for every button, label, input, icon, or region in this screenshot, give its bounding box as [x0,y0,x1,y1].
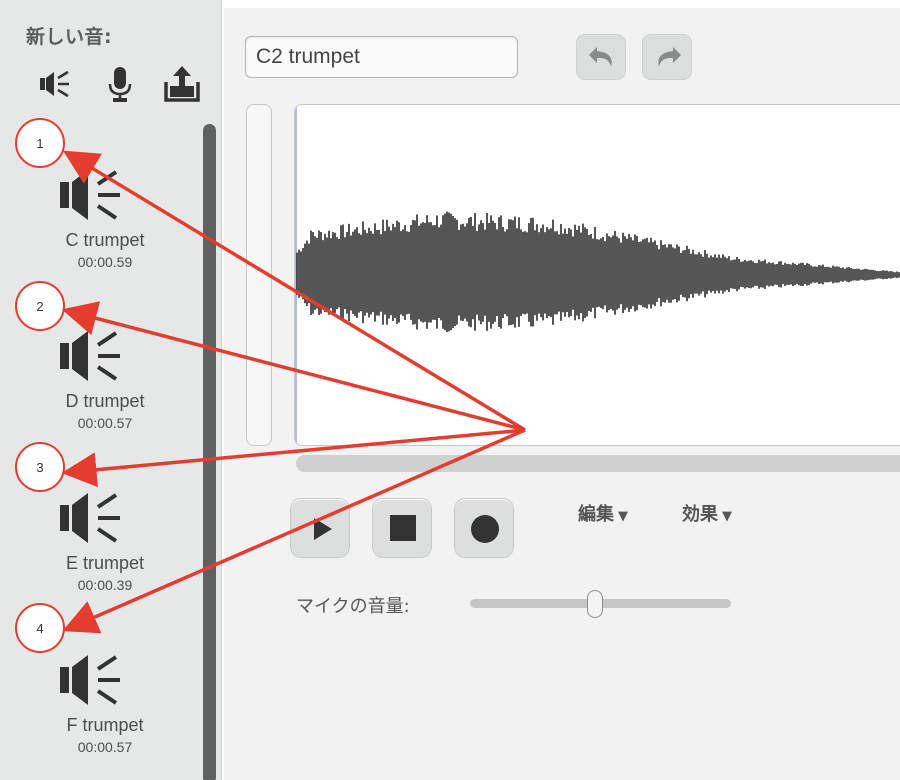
waveform-side-strip [246,104,272,446]
undo-button[interactable] [576,34,626,80]
record-button[interactable] [454,498,514,558]
caret-down-icon: ▼ [722,509,732,524]
sounds-scrollbar-thumb[interactable] [203,124,216,780]
record-icon [471,515,499,543]
sound-name: D trumpet [65,391,145,411]
undo-icon [589,47,612,67]
effects-menu-label: 効果 [682,504,718,525]
speaker-icon [54,645,138,715]
speaker-library-icon[interactable] [38,64,78,104]
sounds-scrollbar[interactable] [201,118,219,780]
top-edge [224,0,900,8]
play-button[interactable] [290,498,350,558]
marker-number: 1 [36,135,44,151]
effects-menu[interactable]: 効果 ▼ [682,500,732,526]
stop-button[interactable] [372,498,432,558]
sound-duration: 00:00.39 [77,577,133,593]
mic-volume-label: マイクの音量: [296,596,410,617]
annotation-marker-3: 3 [15,442,65,492]
stop-icon [390,515,416,541]
new-sound-label: 新しい音: [26,26,113,48]
edit-menu[interactable]: 編集 ▼ [578,500,628,526]
redo-icon [658,47,681,67]
upload-icon[interactable] [162,64,202,104]
sounds-panel: 新しい音: C trumpet 00:00.59 D trumpet 00:00… [0,0,222,780]
sound-editor: 編集 ▼ 効果 ▼ マイクの音量: [224,0,900,780]
mic-volume-slider-thumb[interactable] [587,590,604,618]
speaker-icon [54,321,138,391]
edit-menu-label: 編集 [578,504,614,525]
speaker-icon [54,483,138,553]
redo-button[interactable] [642,34,692,80]
speaker-icon [54,160,138,230]
sound-name: E trumpet [65,553,145,573]
sound-name: F trumpet [66,715,144,735]
marker-number: 4 [36,620,44,636]
sound-duration: 00:00.57 [77,415,133,431]
waveform-view[interactable] [294,104,900,446]
caret-down-icon: ▼ [618,509,628,524]
sound-name-input[interactable] [245,36,518,78]
microphone-icon[interactable] [100,64,140,104]
waveform-horizontal-scrollbar[interactable] [296,455,900,472]
new-sound-toolbar [38,64,203,104]
annotation-marker-4: 4 [15,603,65,653]
marker-number: 2 [36,298,44,314]
annotation-marker-1: 1 [15,118,65,168]
sound-duration: 00:00.57 [77,739,133,755]
sound-duration: 00:00.59 [77,254,133,270]
marker-number: 3 [36,459,44,475]
play-icon [314,518,332,540]
annotation-marker-2: 2 [15,281,65,331]
waveform [296,211,900,333]
sound-name: C trumpet [65,230,145,250]
